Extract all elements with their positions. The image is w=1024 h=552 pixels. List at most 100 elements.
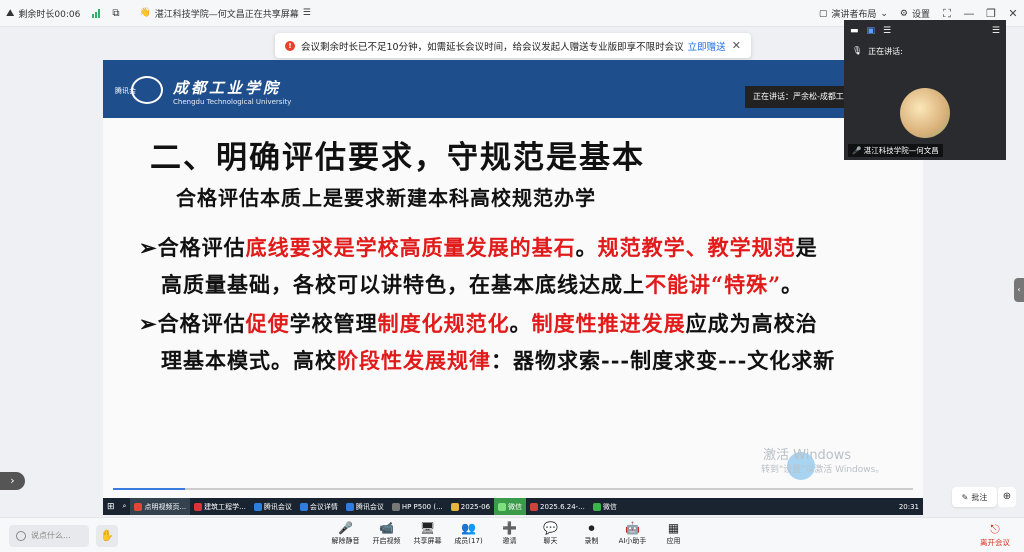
signal-strength[interactable] <box>86 8 106 18</box>
layout-button[interactable]: ▢ 演讲者布局 ⌄ <box>813 7 894 21</box>
minimize-video-icon[interactable]: ▬ <box>850 26 859 36</box>
layout-label: 演讲者布局 <box>831 10 877 20</box>
app-icon <box>530 502 539 511</box>
meeting-controls: 🎤 解除静音 📹 开启视频 🖥 共享屏幕 👥 成员(17) ➕ 邀请 💬 聊天 ⏺ 录制 🤖 A… <box>325 520 694 546</box>
tool-label: 开启视频 <box>372 537 401 545</box>
record-button[interactable]: ⏺ 录制 <box>571 520 612 546</box>
zoom-in-icon[interactable]: ⊕ <box>998 487 1016 507</box>
timer-text: 剩余时长00:06 <box>18 9 81 20</box>
leave-label: 离开会议 <box>980 538 1010 547</box>
record-icon: ⏺ <box>588 521 595 535</box>
bullet-2-line-2: 理基本模式。高校阶段性发展规律：器物求索---制度求变---文化求新 <box>161 345 835 375</box>
meeting-timer[interactable]: ⛰ 剩余时长00:06 <box>0 7 86 20</box>
taskbar-time: 20:31 <box>898 502 919 511</box>
text-span: 。 <box>575 235 598 260</box>
start-video-button[interactable]: 📹 开启视频 <box>366 520 407 546</box>
close-icon[interactable]: ✕ <box>732 39 741 52</box>
leave-meeting-button[interactable]: ⎋ 离开会议 <box>980 522 1010 548</box>
close-button[interactable]: ✕ <box>1002 7 1024 20</box>
tool-label: 成员(17) <box>454 537 483 545</box>
notice-text: 会议剩余时长已不足10分钟，如需延长会议时间，给会议发起人赠送专业版即享不限时会… <box>301 41 684 53</box>
menu-icon: ☰ <box>302 8 311 18</box>
meeting-logo-icon: ⛰ <box>6 7 15 19</box>
panel-menu-icon[interactable]: ☰ <box>992 26 1000 36</box>
text-span: 不能讲“特殊” <box>645 272 782 297</box>
taskbar-label: 微信 <box>602 502 617 511</box>
shared-taskbar: ⊞ ⌕ 点明视频页... 建筑工程学... 腾讯会议 会议详情 腾讯会议 HP … <box>103 498 923 515</box>
text-span: ：器物求索---制度求变---文化求新 <box>491 348 836 373</box>
taskbar-item: 腾讯会议 <box>250 498 296 515</box>
taskbar-label: 2025.6.24-... <box>540 502 585 511</box>
text-span: 底线要求是学校高质量发展的基石 <box>245 235 576 260</box>
taskbar-label: 2025-06 <box>460 502 491 511</box>
text-span: 是 <box>795 235 818 260</box>
share-info-button[interactable]: ⧉ <box>106 8 125 19</box>
chat-button[interactable]: 💬 聊天 <box>530 520 571 546</box>
warning-icon: ! <box>285 40 295 51</box>
text-span: 制度化规范化 <box>377 311 510 336</box>
slide-title: 二、明确评估要求，守规范是基本 <box>150 140 645 176</box>
text-span: ➢合格评估 <box>139 311 246 336</box>
minimize-button[interactable]: — <box>958 7 980 20</box>
windows-start-icon: ⊞ <box>107 501 115 512</box>
unmute-button[interactable]: 🎤 解除静音 <box>325 520 366 546</box>
windows-watermark-sub: 转到"设置"以激活 Windows。 <box>761 465 885 475</box>
invite-button[interactable]: ➕ 邀请 <box>489 520 530 546</box>
restore-button[interactable]: ❐ <box>980 7 1002 20</box>
gear-icon: ⚙ <box>899 8 908 19</box>
taskbar-clock: 20:31 <box>895 498 923 515</box>
slide-subtitle: 合格评估本质上是要求新建本科高校规范办学 <box>176 186 596 210</box>
window-icon[interactable]: ▣ <box>867 26 876 36</box>
layout-icon: ▢ <box>818 8 828 19</box>
taskbar-item: 建筑工程学... <box>190 498 250 515</box>
apps-button[interactable]: ▦ 应用 <box>653 520 694 546</box>
shared-screen: 腾讯会 成都工业学院 Chengdu Technological Univers… <box>103 60 923 512</box>
speaking-label: 正在讲话: <box>868 47 903 56</box>
participant-name-text: 湛江科技学院—何文昌 <box>863 146 939 155</box>
time-limit-notice: ! 会议剩余时长已不足10分钟，如需延长会议时间，给会议发起人赠送专业版即享不限… <box>275 33 751 58</box>
gift-now-link[interactable]: 立即赠送 <box>688 39 726 53</box>
text-span: ➢合格评估 <box>139 235 246 260</box>
app-icon <box>134 502 143 511</box>
chat-input[interactable]: 说点什么... <box>9 525 89 547</box>
chevron-right-icon[interactable]: › <box>0 472 25 490</box>
app-icon <box>194 502 203 511</box>
members-button[interactable]: 👥 成员(17) <box>448 520 489 546</box>
chevron-left-icon[interactable]: ‹ <box>1014 278 1024 302</box>
university-name-en: Chengdu Technological University <box>173 98 292 106</box>
text-span: 高质量基础，各校可以讲特色，在基本底线达成上 <box>161 272 645 297</box>
hand-wave-icon: 👋 <box>139 8 151 18</box>
list-view-icon[interactable]: ☰ <box>883 26 891 36</box>
text-span: 学校管理 <box>289 311 378 336</box>
raise-hand-icon[interactable]: ✋ <box>96 525 118 547</box>
app-icon <box>391 502 400 511</box>
bullet-2-line-1: ➢合格评估促使学校管理制度化规范化。制度性推进发展应成为高校治 <box>139 308 818 338</box>
speaking-status: 🎙 正在讲话: <box>844 42 1006 61</box>
chat-icon: 💬 <box>543 521 558 535</box>
mic-icon: 🎙 <box>852 46 863 55</box>
settings-button[interactable]: ⚙ 设置 <box>894 7 936 21</box>
app-icon <box>299 502 308 511</box>
annotate-button[interactable]: ✎ 批注 <box>952 487 997 507</box>
fullscreen-icon[interactable]: ⛶ <box>936 7 958 21</box>
video-panel-header: ▬ ▣ ☰ ☰ <box>844 20 1006 42</box>
taskbar-label: 会议详情 <box>309 502 338 511</box>
text-span: 应成为高校治 <box>685 311 818 336</box>
slide-progress-fill <box>113 488 185 490</box>
apps-icon: ▦ <box>667 521 680 535</box>
tool-label: 录制 <box>584 537 599 545</box>
tool-label: 共享屏幕 <box>413 537 442 545</box>
university-name-cn: 成都工业学院 <box>173 79 282 97</box>
members-icon: 👥 <box>461 521 476 535</box>
ai-assistant-button[interactable]: 🤖 AI小助手 <box>612 520 653 546</box>
mic-icon: 🎤 <box>852 146 862 155</box>
taskbar-label: 微信 <box>508 502 523 511</box>
bullet-1-line-2: 高质量基础，各校可以讲特色，在基本底线达成上不能讲“特殊”。 <box>161 269 803 299</box>
slide-header: 腾讯会 成都工业学院 Chengdu Technological Univers… <box>103 60 923 118</box>
bullet-1-line-1: ➢合格评估底线要求是学校高质量发展的基石。规范教学、教学规范是 <box>139 232 818 262</box>
share-screen-button[interactable]: 🖥 共享屏幕 <box>407 520 448 546</box>
tool-label: 解除静音 <box>331 537 360 545</box>
share-status[interactable]: 👋 湛江科技学院—何文昌正在共享屏幕 ☰ <box>133 7 316 20</box>
app-icon <box>253 502 262 511</box>
app-icon <box>345 502 354 511</box>
